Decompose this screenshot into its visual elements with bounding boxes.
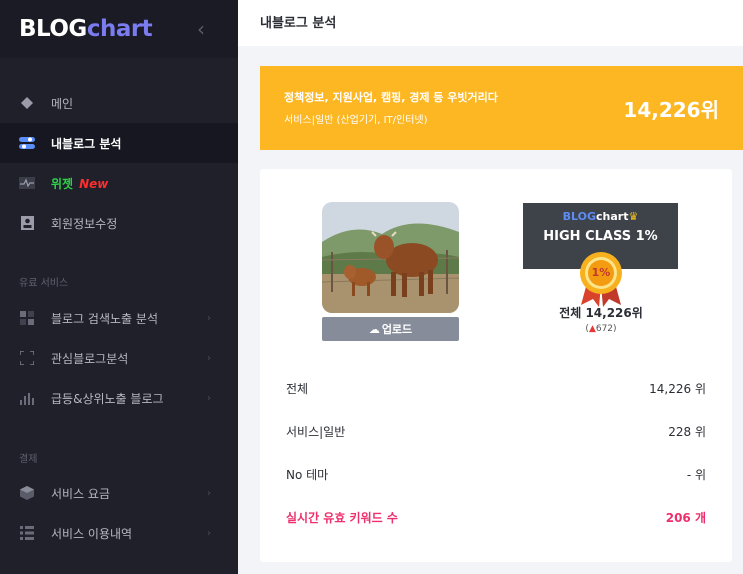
stat-value: 228 위: [668, 425, 706, 439]
sidebar-item-search-exposure[interactable]: 블로그 검색노출 분석 ›: [0, 298, 238, 338]
chevron-right-icon: ›: [207, 527, 211, 539]
new-badge: New: [79, 176, 109, 191]
blog-title: 정책정보, 지원사업, 캠핑, 경제 등 우빗거리다: [284, 91, 498, 104]
logo-part1: BLOG: [19, 16, 87, 42]
cloud-upload-icon: ☁: [368, 322, 380, 336]
total-rank: 전체 14,226위: [559, 306, 643, 320]
rank-change-value: 672: [595, 324, 614, 334]
pulse-icon: [19, 175, 35, 191]
cube-icon: [19, 485, 35, 501]
chevron-right-icon: ›: [207, 352, 211, 364]
sidebar-item-label: 메인: [51, 96, 74, 111]
sidebar-item-label: 급등&상위노출 블로그: [51, 391, 164, 406]
sidebar-item-label: 위젯 New: [51, 175, 108, 192]
stat-row-total: 전체 14,226 위: [286, 380, 706, 400]
sidebar-item-my-blog-analysis[interactable]: 내블로그 분석: [0, 123, 238, 163]
badge-logo: BLOGchart♛: [523, 210, 678, 223]
person-card-icon: [19, 215, 35, 231]
profile-photo: [322, 202, 459, 313]
class-title: HIGH CLASS 1%: [543, 229, 658, 244]
sidebar-item-member-info[interactable]: 회원정보수정: [0, 203, 238, 243]
stat-value: 206 개: [665, 511, 706, 525]
top-bar: 내블로그 분석: [238, 0, 743, 46]
collapse-sidebar-icon[interactable]: ‹: [197, 17, 205, 41]
bar-chart-icon: [19, 390, 35, 406]
chevron-right-icon: ›: [207, 312, 211, 324]
sidebar-item-label: 서비스 요금: [51, 486, 111, 501]
grid-icon: [19, 310, 35, 326]
sidebar: BLOGchart ‹ 메인 내블로그 분석 위젯 New 회원정보수정 유료 서…: [0, 0, 238, 574]
logo[interactable]: BLOGchart: [19, 16, 153, 42]
sidebar-item-main[interactable]: 메인: [0, 83, 238, 123]
stat-label: 실시간 유효 키워드 수: [286, 511, 398, 525]
stat-label: 전체: [286, 382, 309, 396]
logo-bar: BLOGchart ‹: [0, 0, 238, 58]
sidebar-item-label: 회원정보수정: [51, 216, 118, 231]
banner-rank: 14,226위: [623, 98, 719, 122]
medal-text: 1%: [591, 266, 611, 279]
stat-row-keywords[interactable]: 실시간 유효 키워드 수 206 개: [286, 509, 706, 529]
stat-value: - 위: [686, 468, 706, 482]
sidebar-item-service-fee[interactable]: 서비스 요금 ›: [0, 473, 238, 513]
sidebar-item-interest-blog[interactable]: 관심블로그분석 ›: [0, 338, 238, 378]
rank-change: (▲672): [585, 324, 617, 334]
crown-icon: ♛: [628, 210, 639, 223]
upload-button[interactable]: ☁ 업로드: [322, 317, 459, 341]
blog-category: 서비스|일반 (산업기기, IT/인터넷): [284, 115, 428, 126]
sidebar-item-label: 블로그 검색노출 분석: [51, 311, 158, 326]
logo-part2: chart: [86, 16, 153, 42]
upload-label: 업로드: [381, 323, 413, 336]
analysis-card: ☁ 업로드 BLOGchart♛ HIGH CLASS 1% 1% 전체 14,2…: [260, 169, 732, 562]
badge-logo-part1: BLOG: [562, 210, 597, 223]
sidebar-item-rising-blog[interactable]: 급등&상위노출 블로그 ›: [0, 378, 238, 418]
frame-icon: [19, 350, 35, 366]
page-title: 내블로그 분석: [260, 16, 337, 31]
diamond-icon: [19, 95, 35, 111]
stat-label: 서비스|일반: [286, 425, 346, 439]
chevron-right-icon: ›: [207, 487, 211, 499]
badge-logo-part2: chart: [596, 210, 629, 223]
list-icon: [19, 525, 35, 541]
sidebar-item-usage-history[interactable]: 서비스 이용내역 ›: [0, 513, 238, 553]
stat-row-theme: No 테마 - 위: [286, 466, 706, 486]
stat-row-category: 서비스|일반 228 위: [286, 423, 706, 443]
sidebar-item-label: 관심블로그분석: [51, 351, 129, 366]
sidebar-item-label: 서비스 이용내역: [51, 526, 133, 541]
medal-icon: 1%: [571, 249, 631, 309]
stat-value: 14,226 위: [649, 382, 706, 396]
chevron-right-icon: ›: [207, 392, 211, 404]
blog-summary-banner: 정책정보, 지원사업, 캠핑, 경제 등 우빗거리다 서비스|일반 (산업기기,…: [260, 66, 743, 150]
payment-section-label: 결제: [19, 454, 38, 465]
sidebar-item-label: 내블로그 분석: [51, 136, 122, 151]
stat-label: No 테마: [286, 468, 329, 482]
paid-service-section-label: 유료 서비스: [19, 278, 69, 289]
sidebar-item-widget[interactable]: 위젯 New: [0, 163, 238, 203]
toggle-icon: [19, 135, 35, 151]
widget-label: 위젯: [51, 176, 74, 191]
up-arrow-icon: ▲: [588, 324, 596, 334]
